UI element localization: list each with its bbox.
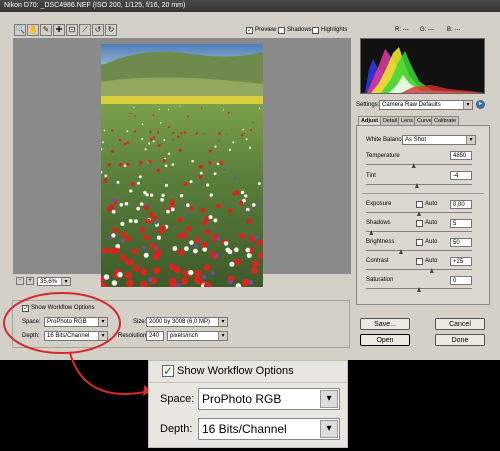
contrast-auto-label: Auto xyxy=(425,258,438,264)
settings-label: Settings: xyxy=(356,102,380,108)
resolution-unit-value: pixels/inch xyxy=(170,333,199,339)
shadows-label: Shadows xyxy=(366,220,391,226)
tint-slider[interactable] xyxy=(366,184,472,185)
exposure-input[interactable]: 0,00 xyxy=(450,200,472,209)
zoom-divider xyxy=(149,382,347,383)
temperature-label: Temperature xyxy=(366,153,400,159)
zoom-depth-select[interactable]: 16 Bits/Channel ▾ xyxy=(198,418,340,440)
b-label: B: xyxy=(447,27,453,33)
contrast-value: +25 xyxy=(453,259,464,265)
open-button[interactable]: Open xyxy=(360,334,410,346)
shadows-label: Shadows xyxy=(287,27,312,33)
histogram-plot xyxy=(365,47,484,93)
temperature-input[interactable]: 4850 xyxy=(450,151,472,160)
r-value: --- xyxy=(402,27,409,33)
zoom-out-button[interactable]: - xyxy=(16,277,24,285)
shadows-checkbox[interactable] xyxy=(278,27,285,34)
contrast-slider[interactable] xyxy=(366,269,472,270)
window-title: Nikon D70: _DSC4986.NEF (ISO 200, 1/125,… xyxy=(4,2,186,9)
done-button[interactable]: Done xyxy=(435,334,485,346)
temperature-value: 4850 xyxy=(453,153,467,159)
color-sampler-icon[interactable]: ✚ xyxy=(53,24,65,36)
cancel-button[interactable]: Cancel xyxy=(435,318,485,330)
preview-checkbox[interactable]: ✓ xyxy=(246,27,253,34)
save-button[interactable]: Save... xyxy=(360,318,410,330)
g-readout: G: --- xyxy=(420,27,434,33)
saturation-value: 0 xyxy=(453,278,457,284)
zoom-space-select[interactable]: ProPhoto RGB ▾ xyxy=(198,388,340,410)
chevron-down-icon: ▾ xyxy=(463,101,472,109)
resolution-unit-select[interactable]: pixels/inch ▾ xyxy=(167,331,228,341)
white-balance-select[interactable]: As Shot ▾ xyxy=(402,135,476,145)
temperature-slider[interactable] xyxy=(366,164,472,165)
annotation-circle xyxy=(3,292,121,354)
zoom-icon[interactable]: 🔍 xyxy=(14,24,26,36)
rotate-right-icon[interactable]: ↻ xyxy=(105,24,117,36)
hand-icon[interactable]: ✋ xyxy=(27,24,39,36)
poppy-field-image xyxy=(101,44,263,287)
chevron-down-icon: ▾ xyxy=(466,136,475,144)
highlights-checkbox[interactable] xyxy=(312,27,319,34)
brightness-value: 50 xyxy=(453,240,460,246)
annotation-arrow-line xyxy=(69,352,151,395)
highlights-label: Highlights xyxy=(321,27,348,33)
zoom-in-button[interactable]: + xyxy=(26,277,34,285)
chevron-down-icon: ▾ xyxy=(218,332,227,340)
rotate-left-icon[interactable]: ↺ xyxy=(92,24,104,36)
chevron-down-icon: ▾ xyxy=(218,318,227,326)
panel-divider xyxy=(362,193,484,194)
shadows-input[interactable]: 5 xyxy=(450,219,472,228)
zoom-space-label: Space: xyxy=(160,393,195,405)
white-balance-value: As Shot xyxy=(405,137,427,143)
photo-preview xyxy=(101,44,263,287)
brightness-auto-label: Auto xyxy=(425,239,438,245)
brightness-slider[interactable] xyxy=(366,250,472,251)
tint-value: -4 xyxy=(453,173,459,179)
annotation-overlay xyxy=(3,292,152,396)
exposure-label: Exposure xyxy=(366,201,392,207)
exposure-auto-label: Auto xyxy=(425,201,438,207)
tint-label: Tint xyxy=(366,173,376,179)
b-readout: B: --- xyxy=(447,27,460,33)
g-label: G: xyxy=(420,27,427,33)
zoom-depth-label: Depth: xyxy=(160,423,193,435)
crop-icon[interactable]: ⊡ xyxy=(66,24,78,36)
histogram xyxy=(360,38,485,94)
menu-arrow-icon: ▸ xyxy=(478,101,482,107)
g-value: --- xyxy=(428,27,435,33)
exposure-value: 0,00 xyxy=(453,202,465,208)
exposure-auto-checkbox[interactable] xyxy=(416,201,423,208)
brightness-input[interactable]: 50 xyxy=(450,238,472,247)
r-label: R: xyxy=(395,27,401,33)
title-bar: Nikon D70: _DSC4986.NEF (ISO 200, 1/125,… xyxy=(0,0,500,12)
zoom-depth-value: 16 Bits/Channel xyxy=(202,422,287,436)
settings-select[interactable]: Camera Raw Defaults ▾ xyxy=(379,100,473,110)
straighten-icon[interactable]: ⟋ xyxy=(79,24,91,36)
chevron-down-icon: ▾ xyxy=(320,420,338,438)
brightness-label: Brightness xyxy=(366,239,395,245)
contrast-input[interactable]: +25 xyxy=(450,257,472,266)
contrast-label: Contrast xyxy=(366,258,389,264)
r-readout: R: --- xyxy=(395,27,409,33)
contrast-auto-checkbox[interactable] xyxy=(416,258,423,265)
settings-menu-button[interactable]: ▸ xyxy=(476,100,485,109)
zoom-space-value: ProPhoto RGB xyxy=(202,392,282,406)
white-balance-label: White Balance: xyxy=(366,137,407,143)
b-value: --- xyxy=(454,27,461,33)
shadows-auto-label: Auto xyxy=(425,220,438,226)
chevron-down-icon: ▾ xyxy=(320,390,338,408)
shadows-slider[interactable] xyxy=(366,231,472,232)
chevron-down-icon: ▾ xyxy=(61,278,70,285)
preview-label: Preview xyxy=(255,27,277,33)
tint-input[interactable]: -4 xyxy=(450,171,472,180)
zoom-show-workflow-label: Show Workflow Options xyxy=(177,365,294,377)
settings-value: Camera Raw Defaults xyxy=(382,102,441,108)
shadows-value: 5 xyxy=(453,221,457,227)
zoom-show-workflow-checkbox[interactable]: ✓ xyxy=(162,365,174,377)
white-balance-icon[interactable]: ✎ xyxy=(40,24,52,36)
saturation-label: Saturation xyxy=(366,277,394,283)
brightness-auto-checkbox[interactable] xyxy=(416,239,423,246)
shadows-auto-checkbox[interactable] xyxy=(416,220,423,227)
saturation-input[interactable]: 0 xyxy=(450,276,472,285)
